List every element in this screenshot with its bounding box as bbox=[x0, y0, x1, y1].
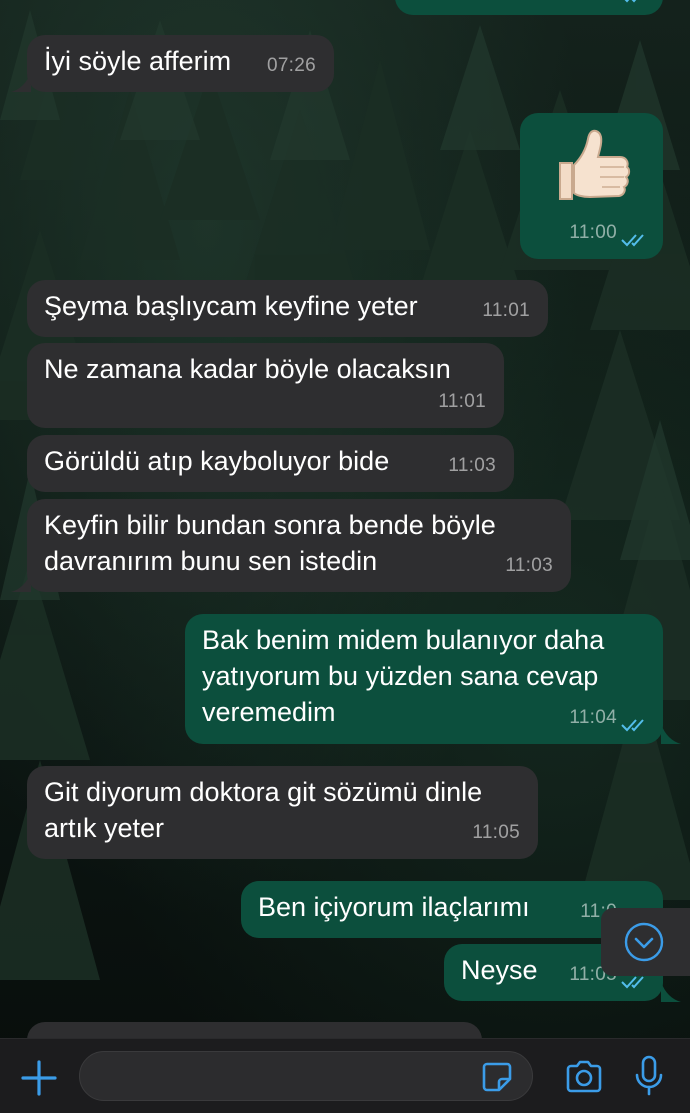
message-time: 11:01 bbox=[482, 300, 530, 321]
message-text: Keyfin bilir bundan sonra bende böyle da… bbox=[44, 510, 496, 576]
message-time: 11:03 bbox=[505, 555, 553, 576]
read-receipt-icon bbox=[621, 234, 644, 247]
read-receipt-icon bbox=[624, 0, 637, 3]
composer-bar bbox=[0, 1038, 690, 1113]
camera-icon[interactable] bbox=[564, 1059, 604, 1095]
message-time: 07:26 bbox=[266, 55, 316, 76]
chevron-down-icon bbox=[624, 922, 664, 962]
message-text: Şeyma başlıycam keyfine yeter bbox=[44, 291, 418, 321]
message-bubble-incoming[interactable]: Keyfin bilir bundan sonra bende böyle da… bbox=[27, 499, 571, 592]
message-bubble-incoming[interactable]: Görüldü atıp kayboluyor bide 11:03 bbox=[27, 435, 514, 492]
microphone-icon[interactable] bbox=[634, 1055, 664, 1097]
bubble-tail bbox=[661, 982, 681, 1002]
read-receipt-icon bbox=[621, 719, 644, 732]
message-bubble-outgoing-emoji[interactable]: 11:00 bbox=[520, 113, 663, 259]
scroll-to-bottom-button[interactable] bbox=[601, 908, 690, 976]
message-time: 11:00 bbox=[569, 222, 617, 243]
sticker-icon[interactable] bbox=[481, 1061, 513, 1093]
message-time: 11:04 bbox=[569, 707, 617, 728]
message-bubble-outgoing[interactable]: Bak benim midem bulanıyor daha yatıyorum… bbox=[185, 614, 663, 744]
message-bubble-incoming[interactable]: Git diyorum doktora git sözümü dinle art… bbox=[27, 766, 538, 859]
message-time: 11:03 bbox=[448, 455, 496, 476]
message-time: 11:01 bbox=[438, 391, 486, 412]
message-input[interactable] bbox=[79, 1051, 533, 1101]
read-receipt-icon bbox=[621, 976, 644, 989]
message-bubble-outgoing[interactable]: Ben içiyorum ilaçlarımı 11:0 bbox=[241, 881, 663, 938]
message-text: Görüldü atıp kayboluyor bide bbox=[44, 446, 390, 476]
message-bubble-incoming[interactable]: Ne zamana kadar böyle olacaksın 11:01 bbox=[27, 343, 504, 428]
message-text: Ne zamana kadar böyle olacaksın bbox=[44, 354, 451, 384]
thumbs-up-icon bbox=[559, 129, 631, 200]
bubble-tail bbox=[661, 724, 681, 744]
message-bubble-incoming[interactable]: Şeyma başlıycam keyfine yeter 11:01 bbox=[27, 280, 548, 337]
message-text: Git diyorum doktora git sözümü dinle art… bbox=[44, 777, 483, 843]
message-time: 11:05 bbox=[472, 822, 520, 843]
message-bubble-outgoing-partial[interactable] bbox=[395, 0, 663, 15]
plus-icon[interactable] bbox=[20, 1059, 58, 1097]
message-bubble-incoming[interactable]: İyi söyle afferim 07:26 bbox=[27, 35, 334, 92]
